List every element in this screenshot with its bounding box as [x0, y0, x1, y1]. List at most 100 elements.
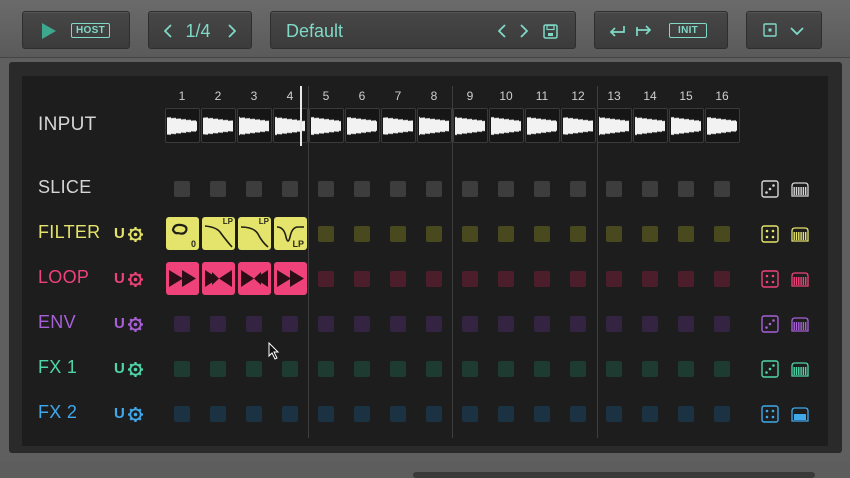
filter-step-cell[interactable]	[318, 226, 334, 242]
undo-icon[interactable]	[607, 22, 627, 40]
loop-step-tile[interactable]	[202, 262, 235, 295]
loop-step-cell[interactable]	[642, 271, 658, 287]
filter-step-tile[interactable]: 0	[166, 217, 199, 250]
fx2-step-cell[interactable]	[354, 406, 370, 422]
play-icon[interactable]	[38, 20, 60, 42]
env-step-cell[interactable]	[642, 316, 658, 332]
fx1-step-cell[interactable]	[606, 361, 622, 377]
fx1-step-cell[interactable]	[174, 361, 190, 377]
env-step-cell[interactable]	[246, 316, 262, 332]
env-pattern-bars-icon[interactable]	[790, 315, 810, 333]
loop-u-toggle[interactable]: U	[114, 270, 125, 287]
env-step-cell[interactable]	[714, 316, 730, 332]
fx1-randomize-dice-icon[interactable]	[761, 360, 779, 378]
fx2-step-cell[interactable]	[318, 406, 334, 422]
fx1-pattern-bars-icon[interactable]	[790, 360, 810, 378]
slice-randomize-dice-icon[interactable]	[761, 180, 779, 198]
env-step-cell[interactable]	[534, 316, 550, 332]
filter-step-cell[interactable]	[714, 226, 730, 242]
fx1-step-cell[interactable]	[210, 361, 226, 377]
fx1-step-cell[interactable]	[426, 361, 442, 377]
input-slice-waveform[interactable]	[309, 108, 344, 143]
slice-step-cell[interactable]	[426, 181, 442, 197]
slice-step-cell[interactable]	[498, 181, 514, 197]
save-preset-icon[interactable]	[541, 22, 559, 40]
filter-step-cell[interactable]	[390, 226, 406, 242]
page-prev-chevron-icon[interactable]	[162, 22, 174, 40]
slice-pattern-bars-icon[interactable]	[790, 180, 810, 198]
loop-step-cell[interactable]	[714, 271, 730, 287]
fx2-pattern-bars-icon[interactable]	[790, 405, 810, 423]
loop-randomize-dice-icon[interactable]	[761, 270, 779, 288]
env-step-cell[interactable]	[210, 316, 226, 332]
loop-step-cell[interactable]	[462, 271, 478, 287]
init-button[interactable]: INIT	[669, 23, 708, 38]
env-step-cell[interactable]	[606, 316, 622, 332]
fx2-step-cell[interactable]	[570, 406, 586, 422]
filter-step-cell[interactable]	[606, 226, 622, 242]
fx2-step-cell[interactable]	[210, 406, 226, 422]
env-step-cell[interactable]	[390, 316, 406, 332]
input-slice-waveform[interactable]	[453, 108, 488, 143]
input-slice-waveform[interactable]	[237, 108, 272, 143]
loop-step-cell[interactable]	[390, 271, 406, 287]
fx1-u-toggle[interactable]: U	[114, 360, 125, 377]
input-slice-waveform[interactable]	[669, 108, 704, 143]
fx2-step-cell[interactable]	[534, 406, 550, 422]
fx1-step-cell[interactable]	[462, 361, 478, 377]
env-step-cell[interactable]	[282, 316, 298, 332]
slice-step-cell[interactable]	[246, 181, 262, 197]
horizontal-scrollbar[interactable]	[413, 472, 815, 478]
env-step-cell[interactable]	[426, 316, 442, 332]
fx2-settings-gear-icon[interactable]	[127, 406, 144, 423]
chevron-down-icon[interactable]	[789, 24, 805, 38]
filter-pattern-bars-icon[interactable]	[790, 225, 810, 243]
slice-step-cell[interactable]	[282, 181, 298, 197]
filter-step-tile[interactable]: LP	[238, 217, 271, 250]
fx2-step-cell[interactable]	[390, 406, 406, 422]
slice-step-cell[interactable]	[354, 181, 370, 197]
env-u-toggle[interactable]: U	[114, 315, 125, 332]
input-slice-waveform[interactable]	[273, 108, 308, 143]
preset-name[interactable]: Default	[286, 20, 343, 42]
filter-randomize-dice-icon[interactable]	[761, 225, 779, 243]
slice-step-cell[interactable]	[714, 181, 730, 197]
env-settings-gear-icon[interactable]	[127, 316, 144, 333]
env-step-cell[interactable]	[498, 316, 514, 332]
fx2-step-cell[interactable]	[678, 406, 694, 422]
fx1-settings-gear-icon[interactable]	[127, 361, 144, 378]
fx1-step-cell[interactable]	[678, 361, 694, 377]
redo-icon[interactable]	[634, 22, 654, 40]
env-step-cell[interactable]	[318, 316, 334, 332]
input-slice-waveform[interactable]	[561, 108, 596, 143]
filter-step-cell[interactable]	[462, 226, 478, 242]
slice-step-cell[interactable]	[390, 181, 406, 197]
slice-step-cell[interactable]	[678, 181, 694, 197]
page-next-chevron-icon[interactable]	[226, 22, 238, 40]
fx1-step-cell[interactable]	[390, 361, 406, 377]
env-randomize-dice-icon[interactable]	[761, 315, 779, 333]
slice-step-cell[interactable]	[534, 181, 550, 197]
slice-step-cell[interactable]	[174, 181, 190, 197]
fx2-step-cell[interactable]	[282, 406, 298, 422]
fx1-step-cell[interactable]	[642, 361, 658, 377]
fx2-step-cell[interactable]	[462, 406, 478, 422]
slice-step-cell[interactable]	[642, 181, 658, 197]
loop-step-cell[interactable]	[426, 271, 442, 287]
loop-step-cell[interactable]	[318, 271, 334, 287]
input-slice-waveform[interactable]	[381, 108, 416, 143]
filter-settings-gear-icon[interactable]	[127, 226, 144, 243]
preset-prev-chevron-icon[interactable]	[496, 22, 508, 40]
fx1-step-cell[interactable]	[570, 361, 586, 377]
window-icon[interactable]	[762, 22, 778, 38]
filter-step-tile[interactable]: LP	[202, 217, 235, 250]
fx2-step-cell[interactable]	[246, 406, 262, 422]
loop-step-cell[interactable]	[570, 271, 586, 287]
input-slice-waveform[interactable]	[633, 108, 668, 143]
loop-step-tile[interactable]	[274, 262, 307, 295]
input-slice-waveform[interactable]	[345, 108, 380, 143]
loop-step-tile[interactable]	[166, 262, 199, 295]
slice-step-cell[interactable]	[462, 181, 478, 197]
filter-step-cell[interactable]	[642, 226, 658, 242]
input-slice-waveform[interactable]	[201, 108, 236, 143]
